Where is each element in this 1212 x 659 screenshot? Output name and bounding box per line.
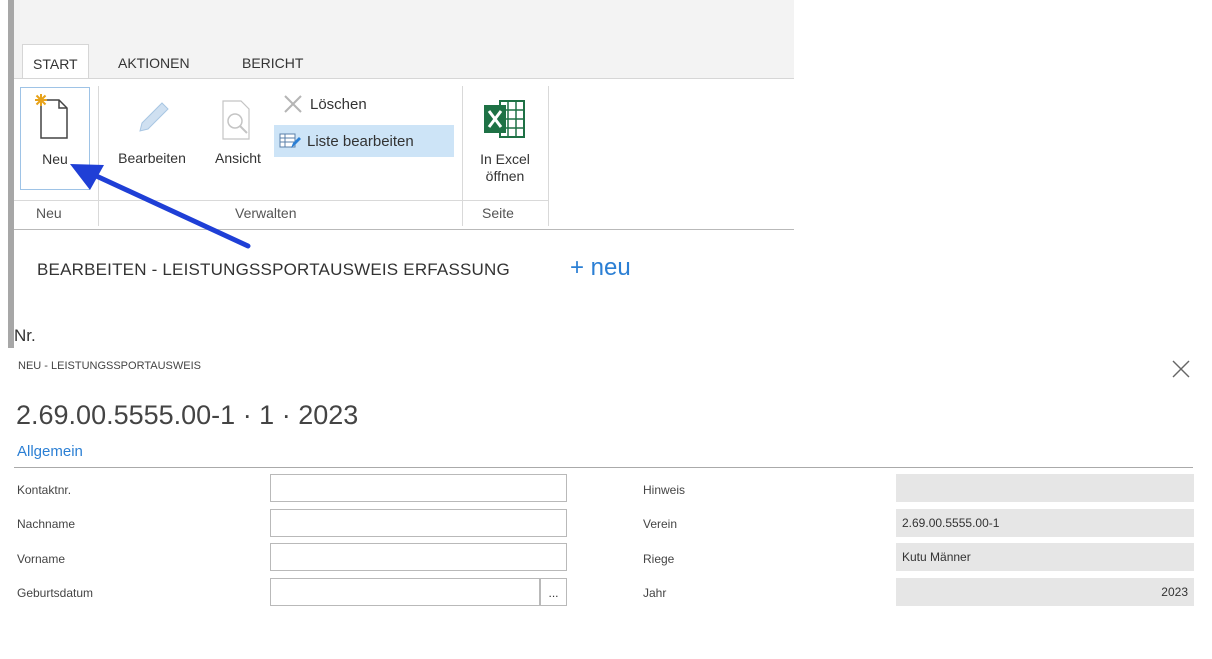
open-in-excel-button[interactable]: In Excel öffnen (466, 95, 544, 190)
dialog-subtitle: NEU - LEISTUNGSSPORTAUSWEIS (18, 360, 201, 372)
open-in-excel-label-2: öffnen (485, 168, 525, 184)
hinweis-value (896, 474, 1194, 502)
hinweis-label: Hinweis (643, 483, 686, 497)
verein-label: Verein (643, 517, 678, 531)
annotation-arrow (70, 164, 251, 249)
new-document-icon (35, 94, 68, 139)
view-document-icon (222, 100, 250, 140)
vorname-field[interactable] (270, 543, 567, 571)
tab-aktionen[interactable]: AKTIONEN (108, 44, 200, 78)
excel-icon (484, 100, 525, 138)
riege-value: Kutu Männer (896, 543, 1194, 571)
nr-column-label: Nr. (14, 326, 36, 345)
riege-label: Riege (643, 552, 675, 566)
tab-bericht[interactable]: BERICHT (232, 44, 313, 78)
page-heading: BEARBEITEN - LEISTUNGSSPORTAUSWEIS ERFAS… (37, 260, 510, 279)
kontaktnr-field[interactable] (270, 474, 567, 502)
pencil-icon (139, 102, 169, 132)
group-label-neu: Neu (36, 205, 62, 221)
vorname-label: Vorname (17, 552, 66, 566)
delete-button[interactable]: Löschen (282, 93, 367, 115)
jahr-value: 2023 (896, 578, 1194, 606)
verein-value: 2.69.00.5555.00-1 (896, 509, 1194, 537)
date-picker-button[interactable]: ... (540, 578, 567, 606)
edit-list-button-label: Liste bearbeiten (307, 132, 414, 150)
tab-start[interactable]: START (22, 44, 89, 79)
group-label-seite: Seite (482, 205, 514, 221)
geburtsdatum-label: Geburtsdatum (17, 586, 94, 600)
geburtsdatum-field[interactable] (270, 578, 540, 606)
kontaktnr-label: Kontaktnr. (17, 483, 72, 497)
jahr-label: Jahr (643, 586, 667, 600)
close-icon[interactable] (1170, 358, 1192, 380)
section-allgemein[interactable]: Allgemein (17, 443, 83, 460)
section-divider (14, 467, 1193, 468)
group-separator (462, 86, 463, 226)
add-new-link[interactable]: + neu (570, 254, 631, 282)
delete-x-icon (284, 95, 302, 113)
edit-list-icon (279, 133, 301, 148)
dialog-title: 2.69.00.5555.00-1 · 1 · 2023 (16, 400, 359, 430)
open-in-excel-label-1: In Excel (480, 151, 530, 167)
edit-list-button[interactable]: Liste bearbeiten (279, 131, 414, 151)
group-separator (548, 86, 549, 226)
delete-button-label: Löschen (310, 95, 367, 113)
nachname-field[interactable] (270, 509, 567, 537)
nachname-label: Nachname (17, 517, 76, 531)
